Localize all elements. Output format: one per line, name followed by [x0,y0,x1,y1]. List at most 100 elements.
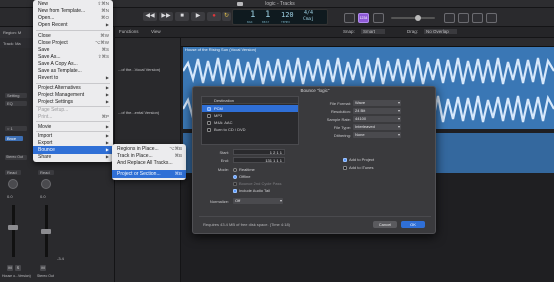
master-volume-slider[interactable] [391,15,435,21]
submenu-arrow-icon: ▶ [105,22,109,27]
menu-shortcut: ⌘P [101,114,109,119]
timeline-ruler[interactable] [181,38,554,47]
bounce-slot[interactable]: Bnce [5,136,23,141]
include-audio-tail-label: Include Audio Tail [239,188,271,193]
destination-burn-cd[interactable]: Burn to CD / DVD [202,126,298,133]
include-audio-tail-checkbox[interactable] [233,189,237,193]
volume-fader-1[interactable] [12,205,15,257]
end-field[interactable]: 131 1 1 1 [233,157,285,163]
snap-label: Snap: [343,29,355,34]
cancel-button[interactable]: Cancel [373,221,397,228]
sample-rate-label: Sample Rate: [326,117,351,122]
browser-icon[interactable] [486,13,497,23]
stop-icon[interactable]: ■ [175,12,189,21]
destination-mp3[interactable]: MP3 [202,112,298,119]
track-header[interactable]: Track: Ma [0,38,33,48]
view-menu[interactable]: View [151,29,161,34]
fader-cap-2[interactable] [41,229,51,234]
lcd-display[interactable]: 1 1 BAR BEAT 120 TEMPO 4/4 Cmaj [232,9,328,25]
setting-slot[interactable]: Setting [5,93,27,98]
track-name-2[interactable]: ...of the...ental Version) [118,110,178,115]
dithering-dropdown[interactable]: None [353,132,401,138]
file-format-label: File Format: [329,101,351,106]
functions-menu[interactable]: Functions [119,29,139,34]
destination-label: MP3 [214,113,223,118]
list-editors-icon[interactable] [444,13,455,23]
lcd-tempo-label: TEMPO [281,20,291,24]
automation-read-2[interactable]: Read [38,170,54,175]
tuner-icon[interactable] [344,13,355,23]
play-icon[interactable]: ▶ [191,12,205,21]
mode-offline-radio[interactable] [233,175,237,179]
cycle-icon[interactable]: ↻ [222,12,231,21]
mute-label-1: M [8,265,12,270]
pan-knob-2[interactable] [41,179,51,189]
read-label-2: Read [40,170,50,175]
track-label: Track: Ma [3,41,21,46]
checkbox-checked-icon[interactable] [207,106,211,111]
snap-dropdown[interactable]: Smart [361,29,386,34]
resolution-dropdown[interactable]: 24 Bit [353,108,401,114]
mute-button-1[interactable]: M [7,265,13,271]
checkbox-icon[interactable] [207,113,211,118]
count-in-label: 1234 [359,16,368,20]
lcd-key: Cmaj [303,17,314,22]
region-header[interactable]: Region: M [0,27,33,38]
eq-label: EQ [7,101,13,106]
solo-button-1[interactable]: S [15,265,21,271]
menu-item-movie[interactable]: Movie ▶ [33,123,113,131]
bounce-submenu: Regions in Place... ⌥⌘B Track in Place...… [112,144,186,180]
destination-label: M4A: AAC [214,120,233,125]
menu-item-label: Print... [38,114,53,120]
channel-name-2: Stereo Out [37,274,54,278]
add-to-project-checkbox[interactable] [343,158,347,162]
master-volume-knob[interactable] [415,15,421,21]
menu-item-label: And Replace All Tracks... [117,160,173,166]
drag-dropdown[interactable]: No Overlap [424,29,457,34]
mute-button-2[interactable]: M [40,265,46,271]
input-label: ○ 1 [7,126,13,131]
file-format-dropdown[interactable]: Wave [353,100,401,106]
checkbox-icon[interactable] [207,127,211,132]
rewind-icon[interactable]: ◀◀ [143,12,157,21]
destination-m4a-aac[interactable]: M4A: AAC [202,119,298,126]
add-to-itunes-checkbox[interactable] [343,166,347,170]
channel-name-1: House o...Version) [2,274,31,278]
file-type-dropdown[interactable]: Interleaved [353,124,401,130]
input-slot[interactable]: ○ 1 [5,126,27,131]
loop-browser-icon[interactable] [472,13,483,23]
dialog-divider [199,216,431,217]
menu-separator [36,30,110,31]
fast-forward-icon[interactable]: ▶▶ [159,12,173,21]
eq-slot[interactable]: EQ [5,101,27,106]
ok-button[interactable]: OK [401,221,425,228]
record-icon[interactable]: ● [207,12,221,21]
menu-item-open-recent[interactable]: Open Recent ▶ [33,21,113,29]
menu-item-revert-to[interactable]: Revert to ▶ [33,74,113,82]
note-pads-icon[interactable] [458,13,469,23]
sample-rate-dropdown[interactable]: 44100 [353,116,401,122]
track-name-1[interactable]: ...of the...Vocal Version) [118,67,178,72]
menu-item-project-settings[interactable]: Project Settings ▶ [33,98,113,106]
menu-item-share[interactable]: Share ▶ [33,153,113,161]
count-in-badge[interactable]: 1234 [358,13,369,23]
metronome-icon[interactable] [373,13,384,23]
fader-cap-1[interactable] [8,225,18,230]
destination-pcm[interactable]: PCM [202,105,298,112]
submenu-item-replace-all-tracks[interactable]: And Replace All Tracks... [112,159,186,167]
bounce-2nd-cycle-checkbox [233,182,237,186]
submenu-item-project-or-section[interactable]: Project or Section... ⌘B [112,170,186,178]
normalize-dropdown[interactable]: Off [233,198,283,204]
submenu-arrow-icon: ▶ [105,75,109,80]
mode-realtime-radio[interactable] [233,168,237,172]
automation-read-1[interactable]: Read [5,170,21,175]
resolution-label: Resolution: [330,109,351,114]
db-value-2: 0.0 [40,194,46,199]
start-field[interactable]: 1 2 1 1 [233,149,285,155]
end-label: End: [220,158,229,163]
dithering-label: Dithering: [333,133,351,138]
output-slot[interactable]: Stereo Out [5,155,27,160]
pan-knob-1[interactable] [8,179,18,189]
normalize-label: Normalize: [209,199,229,204]
checkbox-icon[interactable] [207,120,211,125]
